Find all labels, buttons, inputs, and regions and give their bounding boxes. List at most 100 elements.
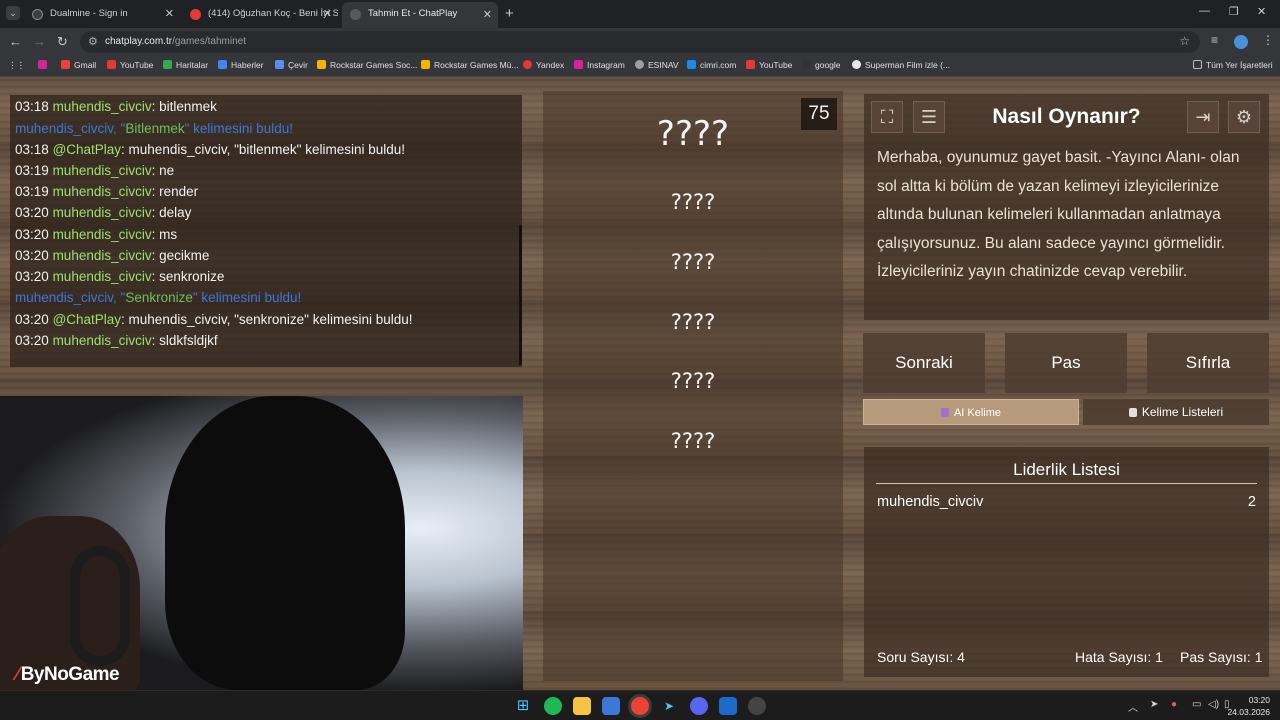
telegram-icon[interactable]: ➤ (660, 697, 678, 715)
telegram-tray-icon[interactable]: ➤ (1150, 699, 1158, 710)
main-hidden-word: ???? (656, 114, 730, 154)
bookmark-item[interactable]: cimri.com (687, 60, 736, 70)
reset-button[interactable]: Sıfırla (1147, 333, 1269, 393)
close-tab-icon[interactable]: ✕ (165, 4, 174, 24)
leaderboard-player-score: 2 (1247, 494, 1256, 510)
chat-message: 03:20 muhendis_civciv: delay (15, 205, 192, 220)
bookmark-item[interactable]: Yandex (523, 60, 564, 70)
chat-system-message: muhendis_civciv, "Bitlenmek" kelimesini … (15, 121, 293, 136)
chrome-icon[interactable] (631, 697, 649, 715)
bookmark-item[interactable]: YouTube (107, 60, 153, 70)
network-icon[interactable]: ▭ (1192, 699, 1201, 710)
windows-start-icon[interactable]: ⊞ (514, 697, 532, 715)
back-icon[interactable]: ← (9, 34, 22, 49)
bookmark-item[interactable]: Haberler (218, 60, 264, 70)
divider (876, 483, 1257, 484)
bookmark-item[interactable] (38, 60, 51, 70)
profile-avatar[interactable] (1234, 35, 1248, 49)
leaderboard-panel (864, 447, 1269, 677)
windows-taskbar: ⊞ ➤ ︿ ➤ ● ▭ ◁) ▯ 03:20 24.03.2026 (0, 690, 1280, 720)
next-button[interactable]: Sonraki (863, 333, 985, 393)
youtube-icon (190, 9, 201, 20)
chat-message: 03:20 muhendis_civciv: gecikme (15, 248, 210, 263)
error-count: Hata Sayısı: 1 (1075, 649, 1163, 665)
pass-button[interactable]: Pas (1005, 333, 1127, 393)
new-tab-button[interactable]: + (505, 5, 514, 22)
chatplay-icon (350, 9, 361, 20)
chat-message: 03:20 muhendis_civciv: senkronize (15, 269, 225, 284)
forbidden-word: ???? (670, 190, 716, 214)
tab-chatplay[interactable]: Tahmin Et - ChatPlay ✕ (342, 2, 498, 28)
discord-icon[interactable] (690, 697, 708, 715)
reload-icon[interactable]: ↻ (57, 34, 68, 50)
bookmark-item[interactable]: Çevir (275, 60, 308, 70)
bookmark-item[interactable]: Rockstar Games Soc... (317, 60, 417, 70)
bookmarks-bar: ⋮⋮ Gmail YouTube Haritalar Haberler Çevi… (0, 56, 1280, 77)
chat-message: 03:20 muhendis_civciv: ms (15, 227, 178, 242)
tab-youtube[interactable]: (414) Oğuzhan Koç - Beni İyi Sa ✕ (182, 4, 338, 24)
tray-chevron-icon[interactable]: ︿ (1128, 699, 1138, 714)
apps-icon[interactable]: ⋮⋮ (8, 60, 25, 71)
menu-icon[interactable]: ⋮ (1262, 33, 1274, 47)
bookmark-star-icon[interactable]: ☆ (1179, 34, 1190, 48)
question-count: Soru Sayısı: 4 (877, 649, 965, 665)
system-clock[interactable]: 03:20 24.03.2026 (1227, 694, 1270, 718)
ai-icon (940, 408, 949, 417)
how-to-play-text: Merhaba, oyunumuz gayet basit. -Yayıncı … (877, 149, 1240, 280)
bookmark-item[interactable]: google (802, 60, 841, 70)
leaderboard-player-name: muhendis_civciv (877, 494, 984, 510)
bookmark-item[interactable]: Gmail (61, 60, 96, 70)
window-close-icon[interactable]: ✕ (1257, 5, 1266, 18)
microphone-icon[interactable]: ● (1171, 699, 1177, 710)
all-bookmarks[interactable]: Tüm Yer İşaretleri (1193, 60, 1273, 70)
chat-message: 03:20 muhendis_civciv: sldkfsldjkf (15, 333, 218, 348)
site-info-icon[interactable]: ⚙ (88, 35, 98, 48)
tab-search-button[interactable]: ⌄ (6, 6, 20, 20)
browser-tab-bar: ⌄ Dualmine - Sign in ✕ (414) Oğuzhan Koç… (0, 0, 1280, 28)
forbidden-word: ???? (670, 310, 716, 334)
media-controls-icon[interactable]: ≡ (1211, 33, 1218, 47)
word-lists-button[interactable]: Kelime Listeleri (1083, 399, 1269, 425)
webcam-overlay: ⁄ ByNoGame (0, 396, 523, 690)
headset (70, 546, 130, 666)
steam-icon[interactable] (719, 697, 737, 715)
address-bar[interactable]: ⚙ chatplay.com.tr/games/tahminet ☆ (80, 31, 1200, 53)
bookmark-item[interactable]: YouTube (746, 60, 792, 70)
forward-icon[interactable]: → (33, 34, 46, 49)
bookmark-item[interactable]: ESINAV (635, 60, 679, 70)
close-tab-icon[interactable]: ✕ (323, 4, 332, 24)
how-to-play-title: Nasıl Oynanır? (992, 105, 1141, 128)
file-explorer-icon[interactable] (573, 697, 591, 715)
ai-word-button[interactable]: AI Kelime (863, 399, 1079, 425)
bynogame-logo-icon: ⁄ (16, 664, 19, 685)
list-icon (1128, 408, 1137, 417)
volume-icon[interactable]: ◁) (1208, 699, 1219, 710)
pass-count: Pas Sayısı: 1 (1180, 649, 1263, 665)
forbidden-word: ???? (670, 369, 716, 393)
chat-system-message: muhendis_civciv, "Senkronize" kelimesini… (15, 290, 302, 305)
globe-icon (32, 9, 43, 20)
restore-icon[interactable]: ❐ (1229, 5, 1239, 18)
person-silhouette (165, 396, 405, 690)
chat-message: 03:18 muhendis_civciv: bitlenmek (15, 99, 217, 114)
obs-icon[interactable] (748, 697, 766, 715)
chat-message: 03:18 @ChatPlay: muhendis_civciv, "bitle… (15, 142, 406, 157)
bookmark-item[interactable]: Superman Film izle (... (852, 60, 950, 70)
chat-message: 03:20 @ChatPlay: muhendis_civciv, "senkr… (15, 312, 413, 327)
forbidden-word: ???? (670, 429, 716, 453)
browser-toolbar: ← → ↻ ⚙ chatplay.com.tr/games/tahminet ☆… (0, 28, 1280, 56)
bookmark-item[interactable]: Rockstar Games Mü... (421, 60, 519, 70)
tab-dualmine[interactable]: Dualmine - Sign in ✕ (24, 4, 180, 24)
spotify-icon[interactable] (544, 697, 562, 715)
bynogame-logo: ⁄ ByNoGame (16, 664, 120, 685)
minimize-icon[interactable]: — (1199, 5, 1210, 17)
chat-message: 03:19 muhendis_civciv: render (15, 184, 199, 199)
bookmark-item[interactable]: Haritalar (163, 60, 208, 70)
chat-message: 03:19 muhendis_civciv: ne (15, 163, 175, 178)
store-icon[interactable] (602, 697, 620, 715)
forbidden-word: ???? (670, 250, 716, 274)
close-tab-icon[interactable]: ✕ (483, 3, 492, 27)
leaderboard-title: Liderlik Listesi (1013, 460, 1120, 479)
chat-scrollbar[interactable] (519, 225, 522, 365)
bookmark-item[interactable]: Instagram (574, 60, 625, 70)
